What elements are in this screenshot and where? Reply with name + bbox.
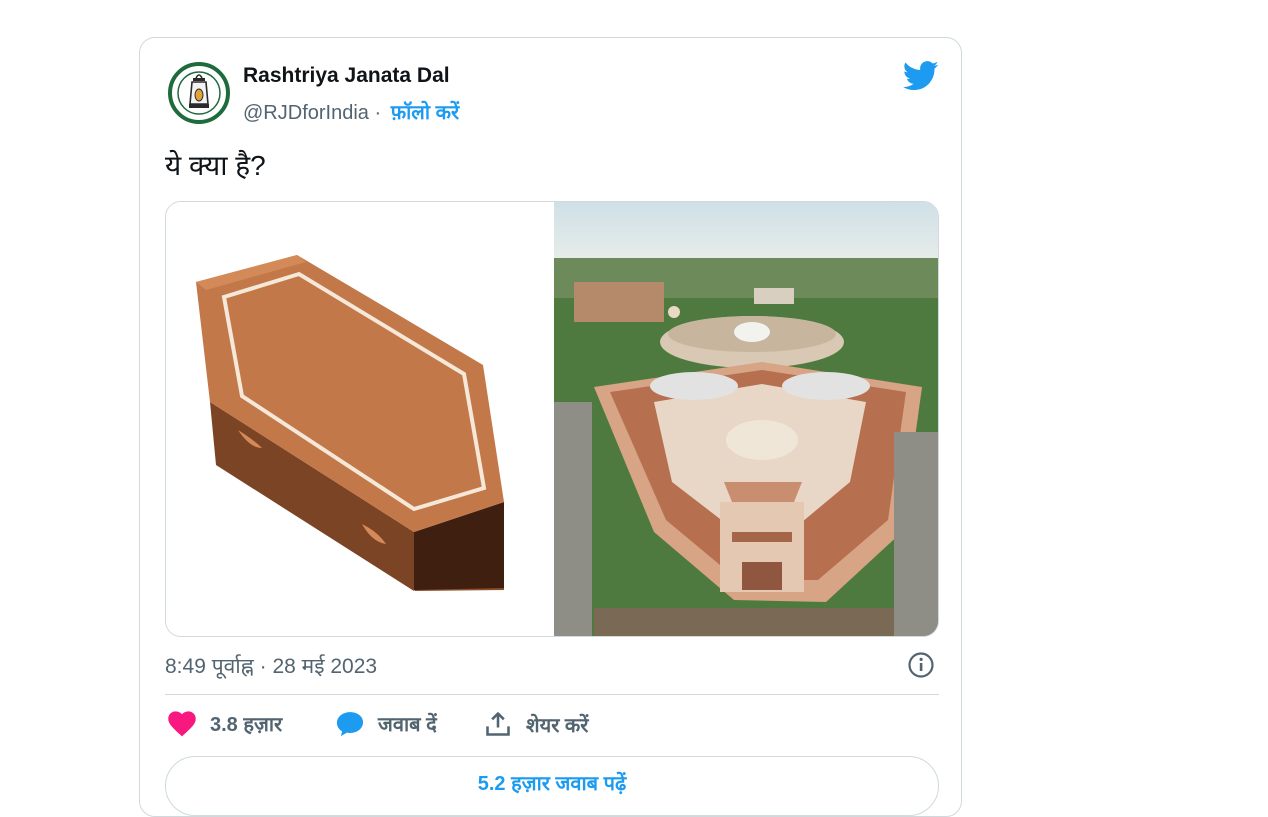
reply-button[interactable]: जवाब दें: [336, 710, 437, 737]
parliament-aerial-illustration: [554, 202, 938, 636]
tweet-text: ये क्या है?: [165, 150, 266, 181]
twitter-bird-icon[interactable]: [903, 60, 939, 92]
like-button[interactable]: 3.8 हज़ार: [168, 710, 282, 737]
author-name[interactable]: Rashtriya Janata Dal: [243, 64, 450, 88]
follow-button[interactable]: फ़ॉलो करें: [391, 102, 459, 124]
share-icon: [486, 712, 510, 736]
author-meta: @RJDforIndia · फ़ॉलो करें: [243, 98, 459, 125]
tweet-timestamp[interactable]: 8:49 पूर्वाह्न · 28 मई 2023: [165, 652, 377, 680]
share-label: शेयर करें: [526, 714, 589, 737]
parliament-photo[interactable]: [554, 202, 938, 636]
tweet-media[interactable]: [165, 201, 939, 637]
speech-bubble-icon: [336, 711, 364, 736]
share-button[interactable]: शेयर करें: [484, 710, 588, 738]
read-replies-button[interactable]: 5.2 हज़ार जवाब पढ़ें: [165, 756, 939, 816]
like-count: 3.8 हज़ार: [210, 714, 283, 736]
reply-label: जवाब दें: [378, 714, 437, 736]
tweet-card: Rashtriya Janata Dal @RJDforIndia · फ़ॉल…: [139, 37, 962, 817]
coffin-illustration: [196, 255, 504, 591]
lantern-logo: [177, 71, 221, 115]
author-handle[interactable]: @RJDforIndia: [243, 102, 369, 124]
meta-separator: ·: [374, 102, 382, 124]
avatar[interactable]: [168, 62, 230, 124]
divider: [165, 694, 939, 695]
heart-icon: [168, 710, 196, 736]
info-icon[interactable]: [907, 651, 935, 679]
coffin-image[interactable]: [166, 202, 554, 636]
